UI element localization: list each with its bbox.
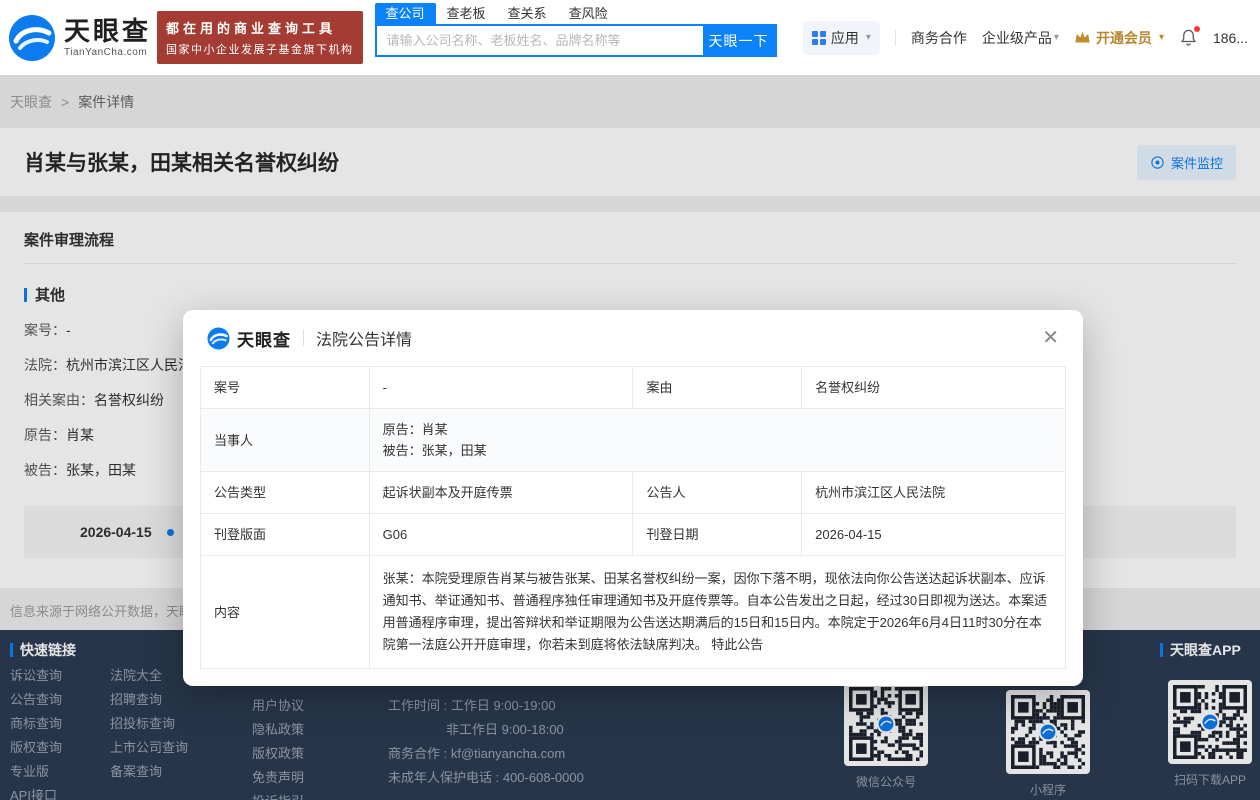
logo-text: 天眼查 TianYanCha.com [64, 18, 151, 58]
cell-type-label: 公告类型 [201, 472, 370, 514]
search-input[interactable] [377, 26, 703, 55]
table-row: 当事人 原告：肖某 被告：张某，田某 [201, 409, 1066, 472]
announcement-table: 案号 - 案由 名誉权纠纷 当事人 原告：肖某 被告：张某，田某 公告类型 起诉… [200, 366, 1066, 669]
cell-party-label: 当事人 [201, 409, 370, 472]
party-plaintiff: 原告：肖某 [383, 419, 1052, 440]
brand-name: 天眼查 [64, 18, 151, 44]
modal-title: 法院公告详情 [316, 326, 412, 350]
user-phone[interactable]: 186... [1213, 30, 1248, 46]
nav-business-cooperation[interactable]: 商务合作 [911, 28, 967, 48]
modal-logo: 天眼查 [207, 326, 291, 351]
brand-domain: TianYanCha.com [64, 47, 151, 58]
nav-enterprise-products[interactable]: 企业级产品 ▾ [982, 28, 1059, 48]
cell-date-label: 刊登日期 [633, 514, 802, 556]
modal-brand: 天眼查 [237, 326, 291, 351]
search-box: 天眼一下 [375, 24, 777, 57]
cell-type: 起诉状副本及开庭传票 [369, 472, 633, 514]
tab-search-boss[interactable]: 查老板 [436, 3, 497, 24]
nav-apps-label: 应用 [831, 28, 859, 48]
cell-announcer: 杭州市滨江区人民法院 [802, 472, 1066, 514]
logo-eye-wave-icon [207, 327, 230, 350]
table-row: 案号 - 案由 名誉权纠纷 [201, 367, 1066, 409]
chevron-down-icon: ▾ [866, 32, 871, 43]
logo-eye-wave-icon [8, 14, 56, 62]
table-row: 刊登版面 G06 刊登日期 2026-04-15 [201, 514, 1066, 556]
tab-search-company[interactable]: 查公司 [375, 3, 436, 24]
table-row: 公告类型 起诉状副本及开庭传票 公告人 杭州市滨江区人民法院 [201, 472, 1066, 514]
chevron-down-icon: ▾ [1054, 32, 1059, 43]
slogan-line2: 国家中小企业发展子基金旗下机构 [166, 41, 354, 57]
search-tabs: 查公司 查老板 查关系 查风险 [375, 3, 777, 24]
notification-bell-icon[interactable] [1179, 28, 1198, 47]
cell-cause-label: 案由 [633, 367, 802, 409]
chevron-down-icon: ▾ [1159, 32, 1164, 43]
cell-case-no-label: 案号 [201, 367, 370, 409]
modal-title-divider [303, 330, 304, 346]
party-defendant: 被告：张某，田某 [383, 440, 1052, 461]
cell-page: G06 [369, 514, 633, 556]
nav-open-vip[interactable]: 开通会员 ▾ [1074, 28, 1164, 48]
tianyancha-logo[interactable]: 天眼查 TianYanCha.com [8, 14, 151, 62]
search-button[interactable]: 天眼一下 [703, 26, 775, 55]
close-icon[interactable]: ✕ [1042, 328, 1059, 348]
cell-parties: 原告：肖某 被告：张某，田某 [369, 409, 1065, 472]
cell-date: 2026-04-15 [802, 514, 1066, 556]
modal-body: 案号 - 案由 名誉权纠纷 当事人 原告：肖某 被告：张某，田某 公告类型 起诉… [183, 366, 1083, 686]
nav-divider [895, 30, 896, 46]
cell-cause: 名誉权纠纷 [802, 367, 1066, 409]
slogan-badge: 都在用的商业查询工具 国家中小企业发展子基金旗下机构 [157, 11, 363, 64]
nav-vip-label: 开通会员 [1096, 28, 1152, 48]
apps-grid-icon [812, 31, 826, 45]
cell-page-label: 刊登版面 [201, 514, 370, 556]
top-header: 天眼查 TianYanCha.com 都在用的商业查询工具 国家中小企业发展子基… [0, 0, 1260, 75]
slogan-line1: 都在用的商业查询工具 [166, 18, 354, 37]
search-area: 查公司 查老板 查关系 查风险 天眼一下 [375, 0, 777, 57]
cell-content-label: 内容 [201, 556, 370, 669]
tab-search-relation[interactable]: 查关系 [497, 3, 558, 24]
cell-case-no: - [369, 367, 633, 409]
notification-dot [1194, 26, 1200, 32]
crown-icon [1074, 30, 1091, 45]
cell-announcer-label: 公告人 [633, 472, 802, 514]
cell-content: 张某：本院受理原告肖某与被告张某、田某名誉权纠纷一案，因你下落不明，现依法向你公… [369, 556, 1065, 669]
top-nav: 应用 ▾ 商务合作 企业级产品 ▾ 开通会员 ▾ [803, 21, 1248, 55]
court-announcement-modal: 天眼查 法院公告详情 ✕ 案号 - 案由 名誉权纠纷 当事人 原告：肖某 被告：… [183, 310, 1083, 686]
nav-enterprise-label: 企业级产品 [982, 28, 1052, 48]
nav-apps[interactable]: 应用 ▾ [803, 21, 880, 55]
tab-search-risk[interactable]: 查风险 [558, 3, 619, 24]
modal-header: 天眼查 法院公告详情 ✕ [183, 310, 1083, 366]
table-row: 内容 张某：本院受理原告肖某与被告张某、田某名誉权纠纷一案，因你下落不明，现依法… [201, 556, 1066, 669]
